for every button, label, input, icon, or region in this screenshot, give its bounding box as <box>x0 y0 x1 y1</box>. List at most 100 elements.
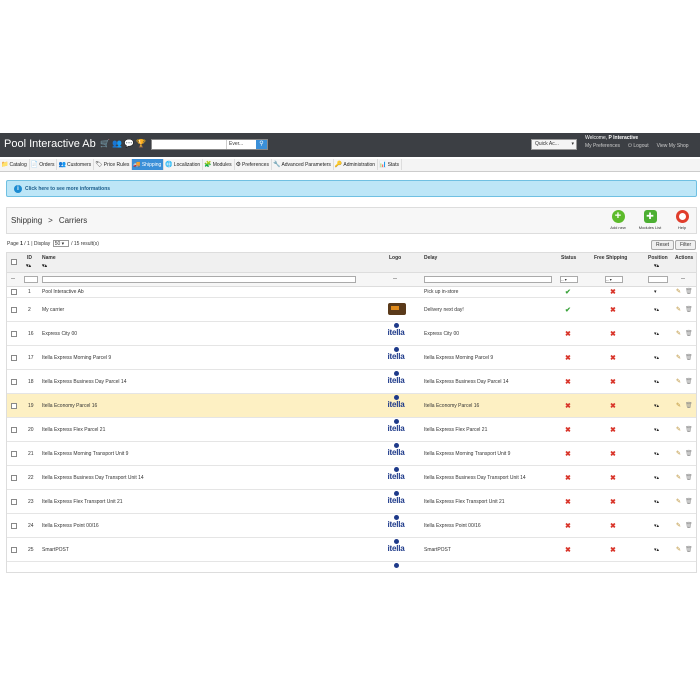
tab-preferences[interactable]: ⚙ Preferences <box>235 159 272 170</box>
tab-administration[interactable]: 🔑 Administration <box>334 159 379 170</box>
table-row[interactable]: 25 SmartPOST itella SmartPOST ✖ ✖ ▾▴ ✎ 🗑 <box>7 538 696 562</box>
tab-orders[interactable]: 📄 Orders <box>30 159 58 170</box>
row-checkbox[interactable] <box>11 499 17 505</box>
row-checkbox[interactable] <box>11 289 17 295</box>
filter-free-shipping-select[interactable]: -- ▾ <box>605 276 623 283</box>
tab-modules[interactable]: 🧩 Modules <box>203 159 235 170</box>
table-row[interactable]: 18 Itella Express Business Day Parcel 14 i… <box>7 370 696 394</box>
row-checkbox[interactable] <box>11 331 17 337</box>
edit-icon[interactable]: ✎ <box>676 330 681 337</box>
search-scope-select[interactable]: Ever... <box>226 140 256 149</box>
modules-list-button[interactable]: ✚ Modules List <box>637 210 663 230</box>
status-disabled-icon[interactable]: ✖ <box>565 330 571 338</box>
table-row[interactable]: 20 Itella Express Flex Parcel 21 itella Ite… <box>7 418 696 442</box>
table-row[interactable]: 1 Pool Interactive Ab Pick up in-store ✔ ✖ ▾ ✎… <box>7 287 696 298</box>
position-arrows-icon[interactable]: ▾▴ <box>654 307 659 313</box>
status-disabled-icon[interactable]: ✖ <box>565 354 571 362</box>
delete-icon[interactable]: 🗑 <box>685 522 693 529</box>
tab-localization[interactable]: 🌐 Localization <box>164 159 204 170</box>
carrier-name[interactable]: Itella Express Business Day Parcel 14 <box>42 379 126 385</box>
cart-icon[interactable]: 🛒 <box>100 140 110 148</box>
help-button[interactable]: Help <box>669 210 695 230</box>
status-enabled-icon[interactable]: ✔ <box>565 306 571 314</box>
carrier-name[interactable]: Itella Express Flex Transport Unit 21 <box>42 499 123 505</box>
filter-delay-input[interactable] <box>424 276 552 283</box>
edit-icon[interactable]: ✎ <box>676 522 681 529</box>
status-disabled-icon[interactable]: ✖ <box>565 450 571 458</box>
position-arrows-icon[interactable]: ▾▴ <box>654 451 659 457</box>
table-row[interactable]: 21 Itella Express Morning Transport Unit … <box>7 442 696 466</box>
quick-access-select[interactable]: Quick Ac... ▾ <box>531 139 577 150</box>
free-shipping-disabled-icon[interactable]: ✖ <box>610 546 616 554</box>
filter-status-select[interactable]: -- ▾ <box>560 276 578 283</box>
sort-id-icon[interactable]: ▾▴ <box>26 263 31 269</box>
position-arrows-icon[interactable]: ▾▴ <box>654 547 659 553</box>
edit-icon[interactable]: ✎ <box>676 498 681 505</box>
carrier-name[interactable]: Itella Express Morning Transport Unit 9 <box>42 451 128 457</box>
free-shipping-disabled-icon[interactable]: ✖ <box>610 378 616 386</box>
carrier-name[interactable]: Itella Express Flex Parcel 21 <box>42 427 105 433</box>
tab-customers[interactable]: 👥 Customers <box>57 159 95 170</box>
table-row[interactable]: 2 My carrier Delivery next day! ✔ ✖ ▾▴ ✎ 🗑 <box>7 298 696 322</box>
free-shipping-disabled-icon[interactable]: ✖ <box>610 474 616 482</box>
table-row[interactable]: 22 Itella Express Business Day Transport … <box>7 466 696 490</box>
row-checkbox[interactable] <box>11 451 17 457</box>
status-disabled-icon[interactable]: ✖ <box>565 522 571 530</box>
table-row[interactable]: 23 Itella Express Flex Transport Unit 21 i… <box>7 490 696 514</box>
carrier-name[interactable]: Itella Economy Parcel 16 <box>42 403 97 409</box>
edit-icon[interactable]: ✎ <box>676 450 681 457</box>
carrier-name[interactable]: Pool Interactive Ab <box>42 289 84 295</box>
carrier-name[interactable]: Itella Express Point 00/16 <box>42 523 99 529</box>
status-disabled-icon[interactable]: ✖ <box>565 402 571 410</box>
delete-icon[interactable]: 🗑 <box>685 354 693 361</box>
delete-icon[interactable]: 🗑 <box>685 498 693 505</box>
carrier-name[interactable]: Express City 00 <box>42 331 77 337</box>
position-arrows-icon[interactable]: ▾▴ <box>654 523 659 529</box>
free-shipping-disabled-icon[interactable]: ✖ <box>610 330 616 338</box>
status-disabled-icon[interactable]: ✖ <box>565 546 571 554</box>
row-checkbox[interactable] <box>11 379 17 385</box>
breadcrumb-section[interactable]: Shipping <box>11 216 42 225</box>
position-arrows-icon[interactable]: ▾▴ <box>654 427 659 433</box>
position-arrows-icon[interactable]: ▾▴ <box>654 403 659 409</box>
delete-icon[interactable]: 🗑 <box>685 402 693 409</box>
logout-link[interactable]: ⏻ Logout <box>628 143 649 149</box>
search-button[interactable]: ⚲ <box>256 140 267 149</box>
filter-button[interactable]: Filter <box>675 240 697 250</box>
carrier-name[interactable]: SmartPOST <box>42 547 69 553</box>
table-row[interactable]: 24 Itella Express Point 00/16 itella Itella… <box>7 514 696 538</box>
free-shipping-disabled-icon[interactable]: ✖ <box>610 402 616 410</box>
status-disabled-icon[interactable]: ✖ <box>565 426 571 434</box>
filter-position-input[interactable] <box>648 276 668 283</box>
edit-icon[interactable]: ✎ <box>676 288 681 295</box>
table-row[interactable]: 19 Itella Economy Parcel 16 itella Itella E… <box>7 394 696 418</box>
delete-icon[interactable]: 🗑 <box>685 426 693 433</box>
carrier-name[interactable]: Itella Express Business Day Transport Un… <box>42 475 144 481</box>
row-checkbox[interactable] <box>11 403 17 409</box>
free-shipping-disabled-icon[interactable]: ✖ <box>610 522 616 530</box>
reset-button[interactable]: Reset <box>651 240 675 250</box>
sort-position-icon[interactable]: ▾▴ <box>654 263 659 269</box>
tab-catalog[interactable]: 📁 Catalog <box>0 159 30 170</box>
messages-icon[interactable]: 💬 <box>124 140 134 148</box>
status-disabled-icon[interactable]: ✖ <box>565 474 571 482</box>
delete-icon[interactable]: 🗑 <box>685 306 693 313</box>
edit-icon[interactable]: ✎ <box>676 354 681 361</box>
edit-icon[interactable]: ✎ <box>676 426 681 433</box>
row-checkbox[interactable] <box>11 307 17 313</box>
carrier-name[interactable]: Itella Express Morning Parcel 9 <box>42 355 111 361</box>
edit-icon[interactable]: ✎ <box>676 546 681 553</box>
table-row[interactable]: 16 Express City 00 itella Express City 00 ✖ ✖… <box>7 322 696 346</box>
trophy-icon[interactable]: 🏆 <box>136 140 146 148</box>
sort-name-icon[interactable]: ▾▴ <box>42 263 47 269</box>
customers-icon[interactable]: 👥 <box>112 140 122 148</box>
row-checkbox[interactable] <box>11 547 17 553</box>
view-shop-link[interactable]: View My Shop <box>657 143 689 149</box>
edit-icon[interactable]: ✎ <box>676 306 681 313</box>
position-arrows-icon[interactable]: ▾▴ <box>654 379 659 385</box>
free-shipping-disabled-icon[interactable]: ✖ <box>610 426 616 434</box>
position-arrows-icon[interactable]: ▾▴ <box>654 499 659 505</box>
tab-price-rules[interactable]: 🏷 Price Rules <box>94 159 133 170</box>
edit-icon[interactable]: ✎ <box>676 474 681 481</box>
position-arrows-icon[interactable]: ▾▴ <box>654 331 659 337</box>
